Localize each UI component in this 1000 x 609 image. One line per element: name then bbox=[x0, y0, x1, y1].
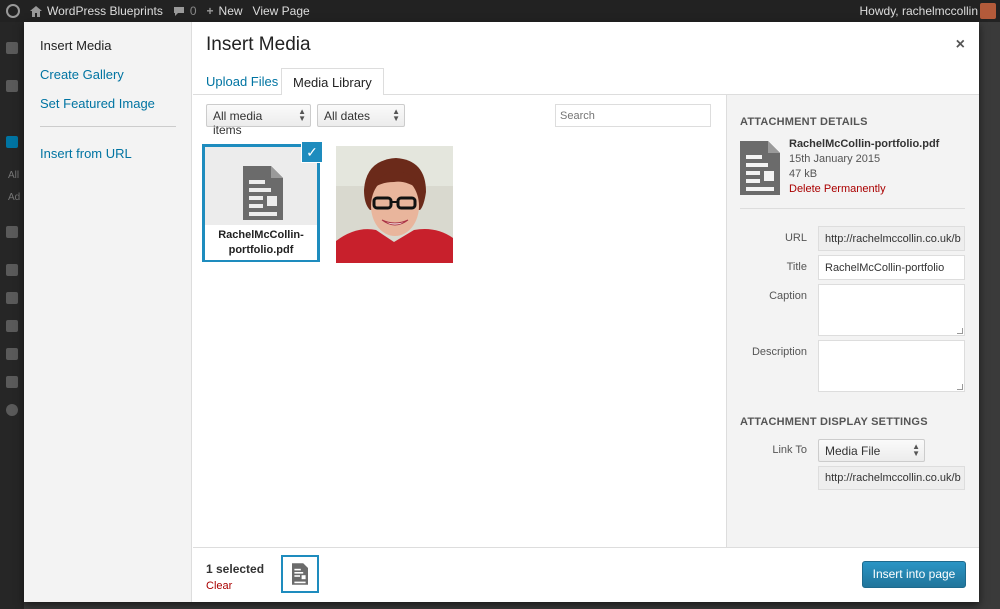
media-type-filter[interactable]: All media items ▲ ▼ bbox=[206, 104, 311, 137]
details-date: 15th January 2015 bbox=[789, 153, 881, 165]
media-toolbar: 1 selected Clear Insert into page bbox=[193, 547, 979, 602]
details-size: 47 kB bbox=[789, 168, 818, 180]
select-arrows-icon: ▲ ▼ bbox=[298, 107, 306, 123]
document-icon bbox=[740, 141, 780, 195]
menu-item-create-gallery[interactable]: Create Gallery bbox=[40, 67, 124, 82]
details-filename: RachelMcCollin-portfolio.pdf bbox=[789, 138, 940, 150]
title-field[interactable]: RachelMcCollin-portfolio bbox=[818, 255, 965, 280]
settings-icon[interactable] bbox=[6, 376, 18, 388]
portrait-photo bbox=[336, 146, 453, 263]
wordpress-logo-icon[interactable] bbox=[6, 4, 20, 18]
tools-icon[interactable] bbox=[6, 348, 18, 360]
date-filter[interactable]: All dates ▲ ▼ bbox=[317, 104, 405, 127]
new-content-link[interactable]: + New bbox=[207, 4, 243, 18]
display-settings-heading: Attachment Display Settings bbox=[740, 416, 928, 428]
resize-handle-icon[interactable] bbox=[957, 328, 963, 334]
description-field[interactable] bbox=[818, 340, 965, 392]
attachments-browser: All media items ▲▼ All dates ▲▼ RachelMc… bbox=[193, 95, 726, 547]
url-label: URL bbox=[784, 232, 807, 244]
link-to-label: Link To bbox=[772, 444, 807, 456]
select-arrows-icon: ▲ ▼ bbox=[912, 442, 920, 458]
tab-media-library[interactable]: Media Library bbox=[281, 68, 384, 96]
admin-bar: WordPress Blueprints 0 + New View Page H… bbox=[0, 0, 1000, 22]
link-to-select[interactable]: Media File ▲ ▼ bbox=[818, 439, 925, 462]
site-name-label: WordPress Blueprints bbox=[47, 4, 163, 18]
comments-count: 0 bbox=[189, 4, 197, 18]
url-field[interactable]: http://rachelmccollin.co.uk/b bbox=[818, 226, 965, 251]
dashboard-icon[interactable] bbox=[6, 42, 18, 54]
menu-item-set-featured-image[interactable]: Set Featured Image bbox=[40, 96, 155, 111]
attachment-item-photo[interactable] bbox=[336, 146, 453, 263]
description-label: Description bbox=[751, 346, 807, 358]
media-type-filter-value: All media items bbox=[213, 109, 263, 137]
media-menu: Insert Media Create Gallery Set Featured… bbox=[24, 22, 192, 602]
caption-label: Caption bbox=[769, 290, 807, 302]
user-avatar[interactable] bbox=[980, 3, 996, 19]
admin-menu: All Ad bbox=[0, 22, 24, 609]
howdy-user[interactable]: Howdy, rachelmccollin bbox=[860, 4, 978, 18]
new-label: New bbox=[218, 4, 243, 18]
users-icon[interactable] bbox=[6, 320, 18, 332]
collapse-icon[interactable] bbox=[6, 404, 18, 416]
appearance-icon[interactable] bbox=[6, 264, 18, 276]
selection-count: 1 selected bbox=[206, 562, 265, 576]
attachment-details-sidebar: Attachment Details RachelMcCollin-portfo… bbox=[726, 95, 979, 547]
menu-fragment-all: All bbox=[8, 170, 20, 181]
title-label: Title bbox=[786, 261, 807, 273]
attachment-details-heading: Attachment Details bbox=[740, 116, 868, 128]
resize-handle-icon[interactable] bbox=[957, 384, 963, 390]
tab-upload-files[interactable]: Upload Files bbox=[195, 68, 289, 96]
details-divider bbox=[740, 208, 965, 209]
view-page-label: View Page bbox=[252, 4, 310, 18]
menu-fragment-ad: Ad bbox=[8, 192, 21, 203]
caption-field[interactable] bbox=[818, 284, 965, 336]
link-to-value: Media File bbox=[825, 444, 881, 458]
plugins-icon[interactable] bbox=[6, 292, 18, 304]
selection-thumbnail[interactable] bbox=[281, 555, 319, 593]
link-url-field[interactable]: http://rachelmccollin.co.uk/b bbox=[818, 466, 965, 490]
site-name-link[interactable]: WordPress Blueprints bbox=[30, 4, 163, 18]
menu-separator bbox=[40, 126, 176, 127]
comments-link[interactable]: 0 bbox=[173, 4, 197, 18]
menu-item-insert-from-url[interactable]: Insert from URL bbox=[40, 146, 132, 161]
comment-bubble-icon bbox=[173, 6, 184, 16]
attachment-filename: RachelMcCollin-portfolio.pdf bbox=[205, 225, 317, 260]
insert-into-page-button[interactable]: Insert into page bbox=[862, 561, 966, 588]
media-icon[interactable] bbox=[6, 136, 18, 148]
pin-icon[interactable] bbox=[6, 80, 18, 92]
document-icon bbox=[243, 166, 283, 220]
date-filter-value: All dates bbox=[324, 109, 371, 123]
delete-permanently-link[interactable]: Delete Permanently bbox=[789, 183, 886, 195]
view-page-link[interactable]: View Page bbox=[253, 4, 310, 18]
plus-icon: + bbox=[206, 4, 214, 18]
home-icon bbox=[30, 5, 42, 17]
media-router: Upload Files Media Library bbox=[193, 62, 979, 96]
close-icon[interactable]: × bbox=[956, 36, 965, 54]
menu-item-insert-media[interactable]: Insert Media bbox=[40, 38, 112, 53]
document-icon bbox=[292, 563, 308, 585]
search-input[interactable] bbox=[555, 104, 711, 127]
clear-selection-link[interactable]: Clear bbox=[206, 580, 232, 592]
checkmark-icon[interactable]: ✓ bbox=[301, 141, 323, 163]
select-arrows-icon: ▲ ▼ bbox=[392, 107, 400, 123]
media-modal: Insert Media Create Gallery Set Featured… bbox=[24, 22, 979, 602]
comments-menu-icon[interactable] bbox=[6, 226, 18, 238]
attachment-item-pdf[interactable]: RachelMcCollin-portfolio.pdf ✓ bbox=[202, 141, 323, 262]
modal-title: Insert Media bbox=[206, 34, 311, 55]
